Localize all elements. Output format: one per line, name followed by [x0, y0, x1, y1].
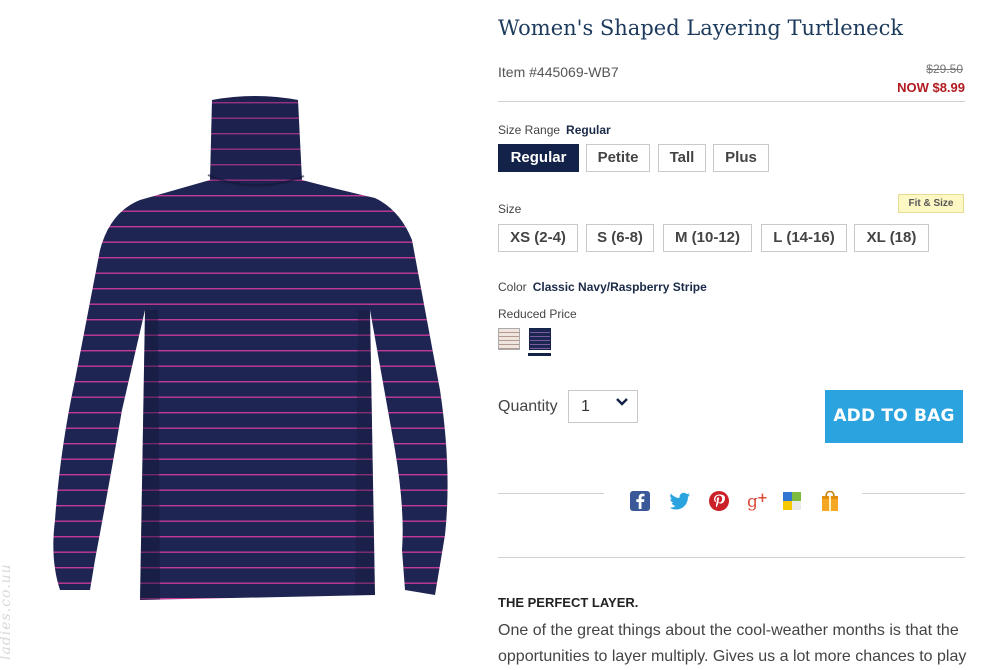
- size-l[interactable]: L (14-16): [761, 224, 847, 252]
- size-xs[interactable]: XS (2-4): [498, 224, 578, 252]
- original-price: $29.50: [926, 62, 963, 76]
- gift-bag-icon[interactable]: [818, 489, 842, 513]
- divider: [498, 101, 965, 102]
- chevron-down-icon: [616, 398, 628, 406]
- item-number: Item #445069-WB7: [498, 64, 619, 80]
- svg-text:+: +: [757, 491, 768, 506]
- quantity-value: 1: [581, 398, 590, 415]
- reduced-price-label: Reduced Price: [498, 307, 577, 321]
- quantity-label: Quantity: [498, 398, 558, 415]
- color-label: Color: [498, 280, 527, 294]
- size-range-label-row: Size Range Regular: [498, 123, 611, 137]
- divider: [498, 557, 965, 558]
- sale-price: NOW $8.99: [897, 80, 965, 95]
- delicious-icon[interactable]: [780, 489, 804, 513]
- pinterest-icon[interactable]: [707, 489, 731, 513]
- color-selected: Classic Navy/Raspberry Stripe: [532, 280, 707, 294]
- add-to-bag-button[interactable]: ADD TO BAG: [825, 390, 963, 443]
- size-range-plus[interactable]: Plus: [713, 144, 769, 172]
- description-text: One of the great things about the cool-w…: [498, 622, 967, 665]
- size-range-label: Size Range: [498, 123, 561, 137]
- product-image: [53, 96, 448, 600]
- product-title: Women's Shaped Layering Turtleneck: [498, 16, 904, 40]
- size-s[interactable]: S (6-8): [586, 224, 654, 252]
- size-range-options: Regular Petite Tall Plus: [498, 144, 798, 174]
- quantity-select[interactable]: 1: [568, 390, 638, 423]
- description-heading: THE PERFECT LAYER.: [498, 595, 639, 610]
- facebook-icon[interactable]: [628, 489, 652, 513]
- divider: [498, 493, 604, 494]
- twitter-icon[interactable]: [668, 489, 692, 513]
- watermark: ladies.co.uu: [0, 563, 14, 660]
- size-range-tall[interactable]: Tall: [658, 144, 706, 172]
- size-label: Size: [498, 202, 522, 216]
- divider: [862, 493, 965, 494]
- size-range-regular[interactable]: Regular: [498, 144, 579, 172]
- size-m[interactable]: M (10-12): [663, 224, 752, 252]
- size-range-selected: Regular: [566, 123, 611, 137]
- pink-stripe-swatch[interactable]: [498, 328, 520, 350]
- fit-size-link[interactable]: Fit & Size: [898, 194, 964, 213]
- google-plus-icon[interactable]: g +: [746, 489, 770, 513]
- size-range-petite[interactable]: Petite: [586, 144, 650, 172]
- color-label-row: Color Classic Navy/Raspberry Stripe: [498, 280, 707, 294]
- selected-swatch-indicator: [528, 353, 551, 356]
- size-xl[interactable]: XL (18): [854, 224, 929, 252]
- size-options: XS (2-4) S (6-8) M (10-12) L (14-16) XL …: [498, 224, 938, 254]
- navy-stripe-swatch[interactable]: [529, 328, 551, 350]
